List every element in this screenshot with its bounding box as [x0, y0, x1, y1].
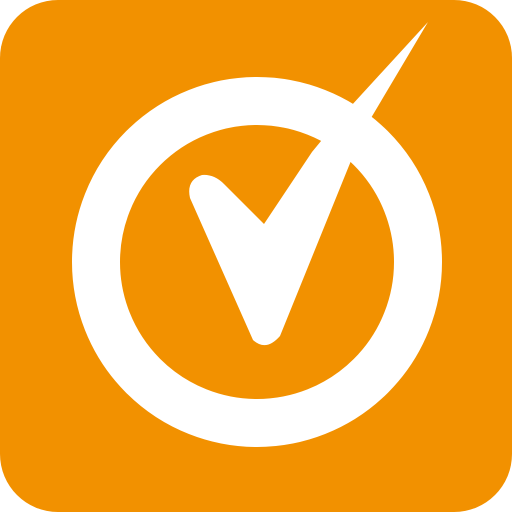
- app-icon: [0, 0, 512, 512]
- check-circle-icon: [0, 0, 512, 512]
